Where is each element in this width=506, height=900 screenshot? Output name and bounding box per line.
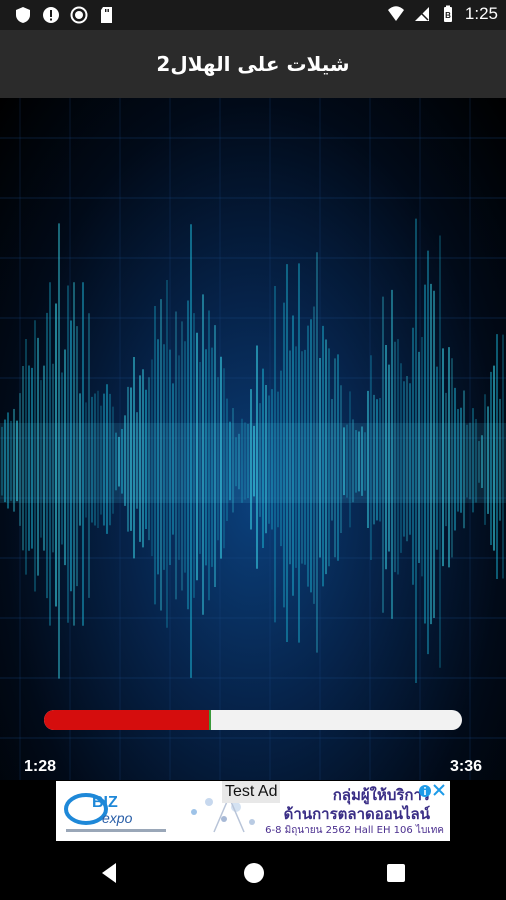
no-sim-icon (414, 7, 429, 21)
ad-banner[interactable]: BIZ expo Test Ad กลุ่มผู้ให้บริการ ด้านก… (56, 781, 450, 841)
svg-text:BIZ: BIZ (92, 794, 118, 811)
ad-date: 6-8 มิถุนายน 2562 Hall EH 106 ไบเทค (265, 825, 444, 836)
svg-text:expo: expo (102, 810, 133, 826)
ad-info-icon[interactable] (418, 784, 432, 798)
status-system-icons: B 1:25 (387, 4, 498, 24)
player-stage: 1:28 3:36 (0, 98, 506, 780)
alert-icon (43, 7, 59, 23)
elapsed-time: 1:28 (24, 758, 57, 775)
status-notification-icons (14, 6, 116, 24)
seek-bar-fill (44, 710, 212, 730)
total-time: 3:36 (449, 758, 482, 775)
ad-close-icon[interactable] (432, 783, 446, 797)
app-bar: شيلات على الهلال2 (0, 30, 506, 98)
recent-apps-icon[interactable] (382, 859, 410, 887)
page-title: شيلات على الهلال2 (156, 52, 350, 76)
back-icon[interactable] (96, 859, 124, 887)
nav-bar (0, 845, 506, 900)
svg-text:B: B (445, 11, 451, 20)
sd-card-icon (101, 7, 112, 23)
status-bar: B 1:25 (0, 0, 506, 30)
test-ad-badge: Test Ad (222, 781, 281, 803)
wifi-icon (387, 6, 404, 21)
circle-icon (70, 6, 88, 24)
shield-icon (16, 7, 30, 23)
status-clock: 1:25 (464, 4, 498, 23)
battery-icon: B (443, 5, 452, 22)
seek-bar[interactable] (44, 710, 462, 730)
home-icon[interactable] (240, 859, 268, 887)
audio-waveform-image (0, 98, 506, 780)
ad-logo: BIZ expo (64, 793, 166, 832)
